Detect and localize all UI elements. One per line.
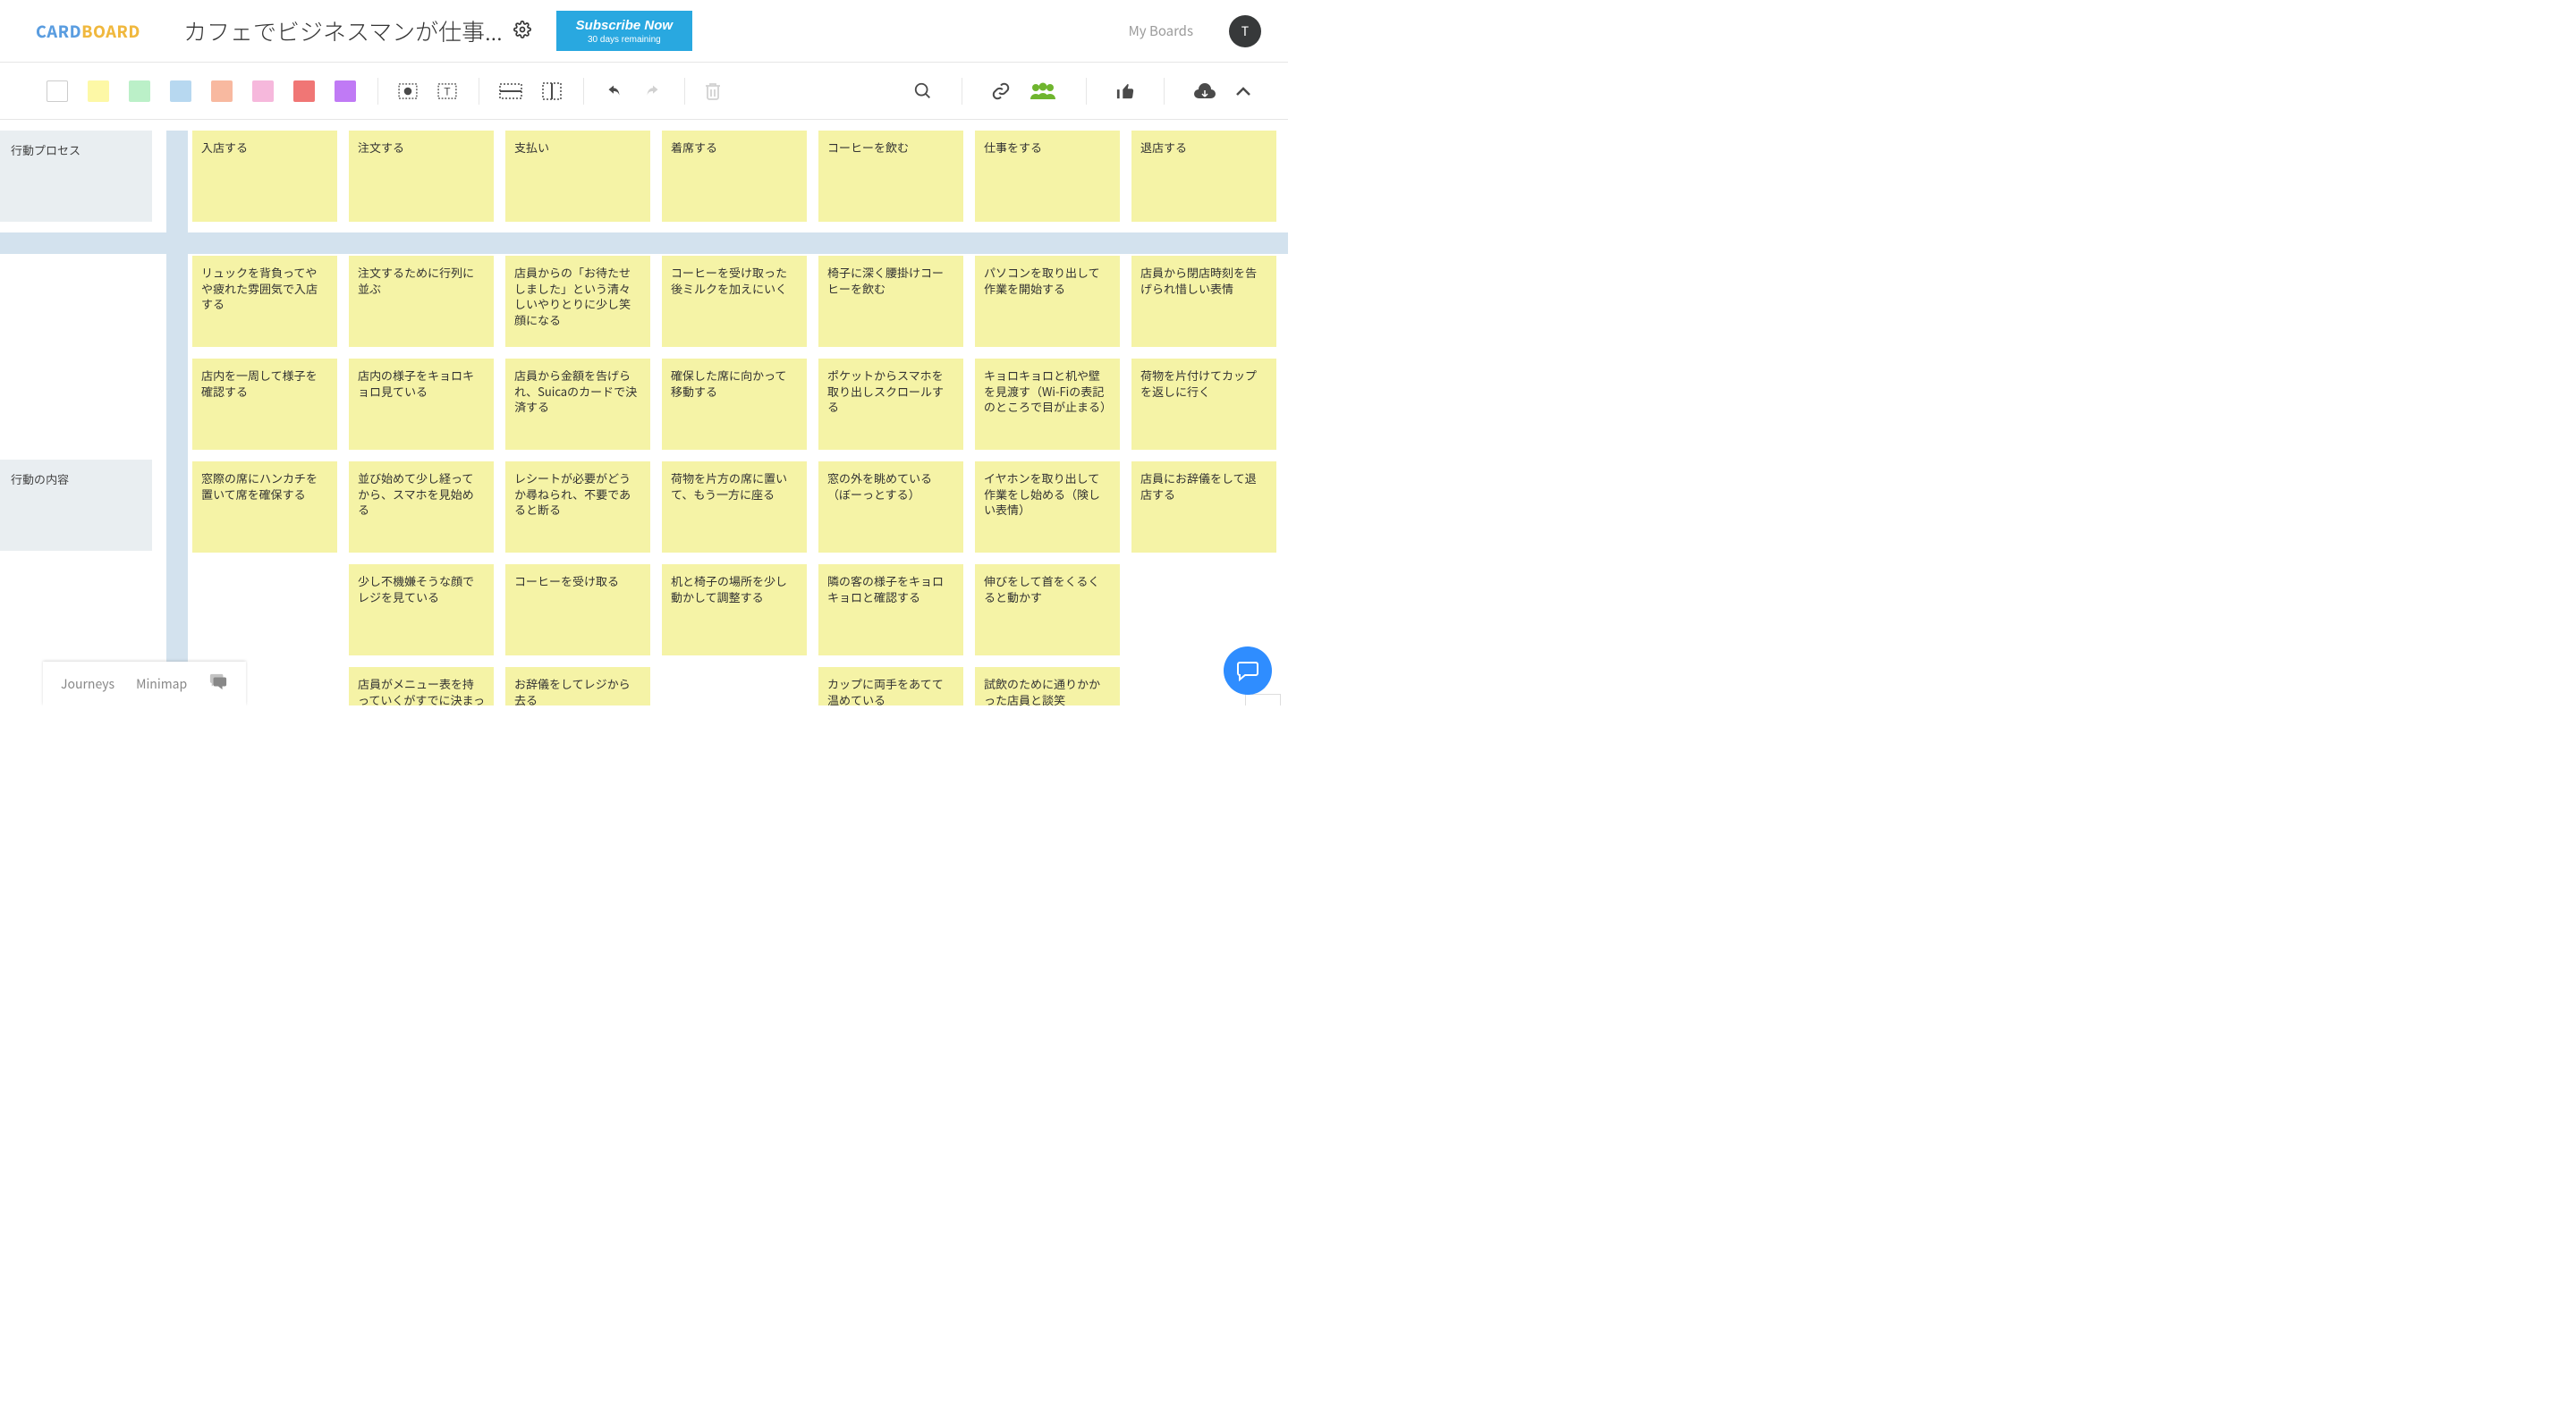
column-header-card[interactable]: コーヒーを飲む — [818, 131, 963, 222]
story-card[interactable]: 店内の様子をキョロキョロ見ている — [349, 359, 494, 450]
story-card[interactable]: 少し不機嫌そうな顔でレジを見ている — [349, 564, 494, 655]
undo-icon[interactable] — [604, 84, 623, 98]
story-card[interactable]: 窓の外を眺めている（ぼーっとする） — [818, 461, 963, 553]
horizontal-divider — [0, 232, 1288, 254]
my-boards-link[interactable]: My Boards — [1129, 21, 1193, 40]
story-card[interactable]: 店内を一周して様子を確認する — [192, 359, 337, 450]
board-canvas[interactable]: 行動プロセス 行動の内容 入店する注文する支払い着席するコーヒーを飲む仕事をする… — [0, 120, 1288, 706]
trash-icon[interactable] — [705, 82, 721, 100]
story-card[interactable]: 店員からの「お待たせしました」という清々しいやりとりに少し笑顔になる — [505, 256, 650, 347]
svg-text:T: T — [444, 86, 450, 97]
image-tool-icon[interactable] — [398, 83, 418, 99]
story-card[interactable]: カップに両手をあてて温めている — [818, 667, 963, 706]
story-card[interactable]: お辞儀をしてレジから去る — [505, 667, 650, 706]
row-label-1[interactable]: 行動の内容 — [0, 460, 152, 551]
chat-bubble-button[interactable] — [1224, 646, 1272, 695]
story-card[interactable]: リュックを背負ってやや疲れた雰囲気で入店する — [192, 256, 337, 347]
story-card[interactable]: 店員がメニュー表を持っていくがすでに決まっているという様子を見せる — [349, 667, 494, 706]
header: CARDBOARD カフェでビジネスマンが仕事... Subscribe Now… — [0, 0, 1288, 63]
redo-icon[interactable] — [643, 84, 663, 98]
color-swatch-7[interactable] — [335, 80, 356, 102]
toolbar: T — [0, 63, 1288, 120]
story-card[interactable]: レシートが必要がどうか尋ねられ、不要であると断る — [505, 461, 650, 553]
color-swatch-0[interactable] — [47, 80, 68, 102]
story-card[interactable]: 机と椅子の場所を少し動かして調整する — [662, 564, 807, 655]
zoom-controls: + − — [1245, 694, 1281, 706]
column-header-card[interactable]: 注文する — [349, 131, 494, 222]
subscribe-button[interactable]: Subscribe Now 30 days remaining — [556, 11, 692, 51]
journeys-tab[interactable]: Journeys — [61, 675, 114, 693]
column-header-card[interactable]: 入店する — [192, 131, 337, 222]
text-tool-icon[interactable]: T — [437, 83, 457, 99]
link-icon[interactable] — [991, 81, 1011, 101]
logo-part-2: BOARD — [81, 20, 140, 43]
column-header-card[interactable]: 着席する — [662, 131, 807, 222]
color-swatch-4[interactable] — [211, 80, 233, 102]
column-header-card[interactable]: 退店する — [1131, 131, 1276, 222]
comments-icon[interactable] — [208, 672, 228, 695]
gear-icon[interactable] — [513, 21, 531, 42]
story-card[interactable]: イヤホンを取り出して作業をし始める（険しい表情） — [975, 461, 1120, 553]
people-icon[interactable] — [1029, 81, 1057, 101]
thumbs-up-icon[interactable] — [1115, 82, 1135, 100]
color-swatch-3[interactable] — [170, 80, 191, 102]
color-swatch-6[interactable] — [293, 80, 315, 102]
story-card[interactable]: 店員から金額を告げられ、Suicaのカードで決済する — [505, 359, 650, 450]
column-header-card[interactable]: 支払い — [505, 131, 650, 222]
story-card[interactable]: 注文するために行列に並ぶ — [349, 256, 494, 347]
story-card[interactable]: 店員にお辞儀をして退店する — [1131, 461, 1276, 553]
row-label-0-text: 行動プロセス — [11, 141, 80, 158]
minimap-tab[interactable]: Minimap — [136, 675, 187, 693]
story-card[interactable]: 試飲のために通りかかった店員と談笑 — [975, 667, 1120, 706]
zoom-in-button[interactable]: + — [1246, 695, 1280, 706]
story-card[interactable]: 伸びをして首をくるくると動かす — [975, 564, 1120, 655]
search-icon[interactable] — [913, 81, 933, 101]
story-card[interactable]: ポケットからスマホを取り出しスクロールする — [818, 359, 963, 450]
cloud-download-icon[interactable] — [1193, 82, 1216, 100]
vertical-divider — [166, 131, 188, 706]
story-card[interactable]: 窓際の席にハンカチを置いて席を確保する — [192, 461, 337, 553]
story-card[interactable]: 隣の客の様子をキョロキョロと確認する — [818, 564, 963, 655]
color-swatch-1[interactable] — [88, 80, 109, 102]
story-card[interactable]: 椅子に深く腰掛けコーヒーを飲む — [818, 256, 963, 347]
column-divider-icon[interactable] — [542, 82, 562, 100]
column-header-card[interactable]: 仕事をする — [975, 131, 1120, 222]
row-divider-icon[interactable] — [499, 83, 522, 99]
subscribe-label: Subscribe Now — [576, 18, 673, 33]
row-label-0[interactable]: 行動プロセス — [0, 131, 152, 222]
story-card[interactable]: 荷物を片方の席に置いて、もう一方に座る — [662, 461, 807, 553]
color-swatch-2[interactable] — [129, 80, 150, 102]
story-card[interactable]: コーヒーを受け取る — [505, 564, 650, 655]
chevron-up-icon[interactable] — [1234, 85, 1252, 97]
story-card[interactable]: 並び始めて少し経ってから、スマホを見始める — [349, 461, 494, 553]
story-card[interactable]: 確保した席に向かって移動する — [662, 359, 807, 450]
color-swatch-5[interactable] — [252, 80, 274, 102]
story-card[interactable]: キョロキョロと机や壁を見渡す（Wi-Fiの表記のところで目が止まる） — [975, 359, 1120, 450]
row-label-1-text: 行動の内容 — [11, 470, 69, 487]
story-card[interactable]: コーヒーを受け取った後ミルクを加えにいく — [662, 256, 807, 347]
bottom-bar: Journeys Minimap — [43, 662, 246, 706]
story-card[interactable]: 荷物を片付けてカップを返しに行く — [1131, 359, 1276, 450]
logo-part-1: CARD — [36, 20, 81, 43]
subscribe-sub: 30 days remaining — [576, 35, 673, 45]
story-card[interactable]: 店員から閉店時刻を告げられ惜しい表情 — [1131, 256, 1276, 347]
board-title[interactable]: カフェでビジネスマンが仕事... — [183, 14, 503, 47]
story-card[interactable]: パソコンを取り出して作業を開始する — [975, 256, 1120, 347]
app-logo[interactable]: CARDBOARD — [36, 20, 140, 43]
avatar[interactable]: T — [1229, 15, 1261, 47]
